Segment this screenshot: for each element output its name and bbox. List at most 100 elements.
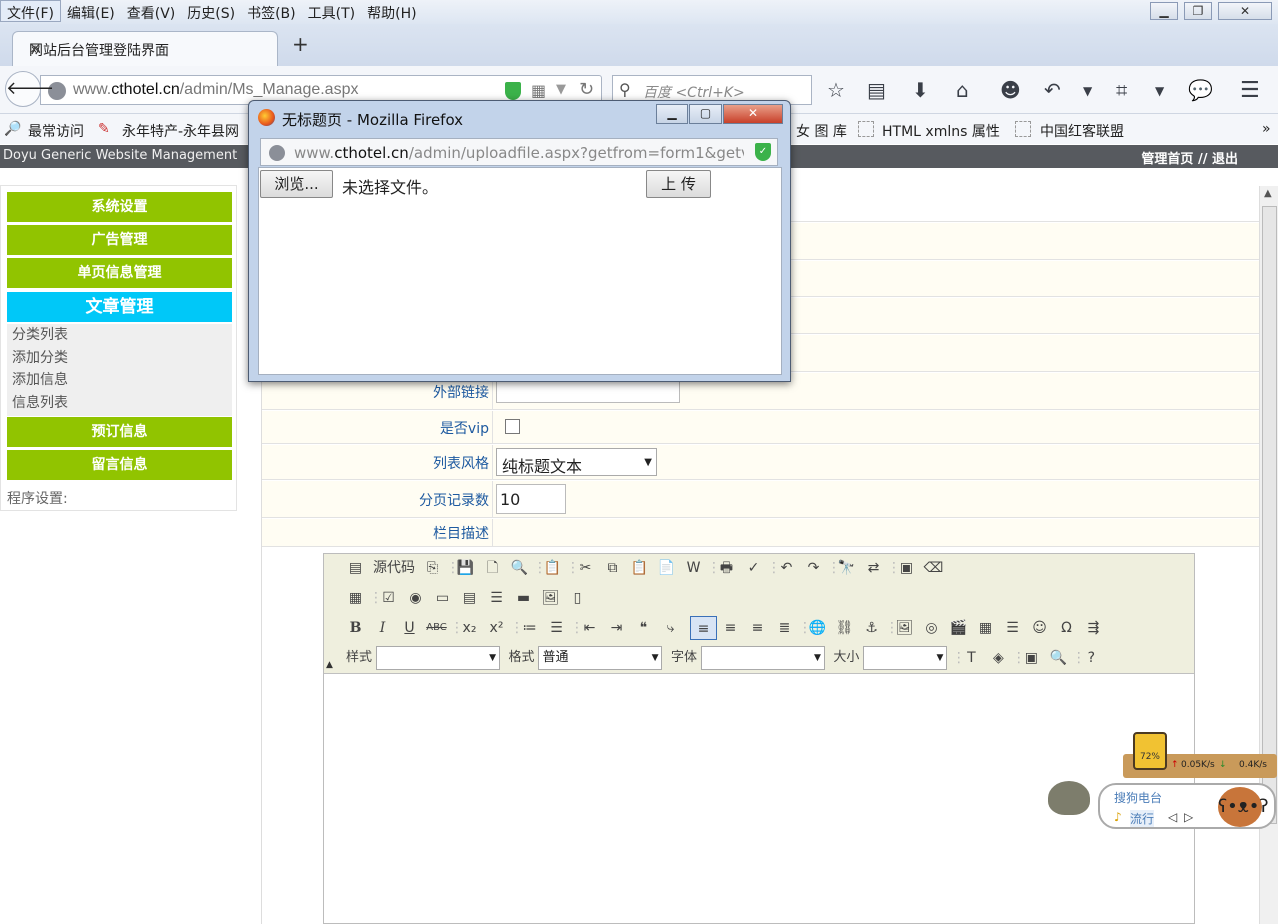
align-center-icon[interactable]: ≡ (717, 616, 744, 640)
star-bookmark-icon[interactable]: ☆ (827, 78, 845, 102)
textfield-icon[interactable]: ▭ (429, 586, 456, 610)
external-link-input[interactable] (496, 379, 680, 403)
bookmarks-more-icon[interactable]: » (1262, 121, 1271, 137)
media-icon[interactable]: 🎬 (945, 616, 972, 640)
list-style-select[interactable]: 纯标题文本 ▼ (496, 448, 657, 476)
play-icon[interactable]: ▷ (1184, 810, 1193, 824)
sidebar-ad-management-button[interactable]: 广告管理 (7, 225, 232, 255)
reload-icon[interactable]: ↻ (579, 79, 594, 100)
special-char-icon[interactable]: Ω (1053, 616, 1080, 640)
maximize-icon[interactable]: ▣ (1018, 646, 1045, 670)
sidebar-article-management-button[interactable]: 文章管理 (7, 292, 232, 322)
outdent-icon[interactable]: ⇤ (576, 616, 603, 640)
window-minimize-button[interactable]: ▁ (1150, 2, 1178, 20)
select-all-icon[interactable]: ▣ (893, 556, 920, 580)
textarea-icon[interactable]: ▤ (456, 586, 483, 610)
menu-view[interactable]: 查看(V) (121, 1, 182, 23)
reading-list-icon[interactable]: ▤ (867, 78, 886, 102)
bg-color-icon[interactable]: ◈ (985, 646, 1012, 670)
home-icon[interactable]: ⌂ (956, 78, 969, 102)
underline-icon[interactable]: U (396, 616, 423, 640)
button-field-icon[interactable]: ▬ (510, 586, 537, 610)
blockquote-icon[interactable]: ❝ (630, 616, 657, 640)
bookmark-html-xmlns[interactable]: HTML xmlns 属性 (882, 121, 1000, 141)
bookmark-most-visited[interactable]: 最常访问 (28, 121, 84, 141)
spellcheck-icon[interactable]: ✓ (740, 556, 767, 580)
page-size-input[interactable]: 10 (496, 484, 566, 514)
browser-tab[interactable]: 网站后台管理登陆界面 × (12, 31, 278, 66)
scroll-up-icon[interactable]: ▲ (1264, 188, 1272, 199)
submenu-add-category[interactable]: 添加分类 (7, 347, 232, 370)
dropdown-arrow-icon[interactable]: ▼ (556, 82, 566, 97)
tab-close-icon[interactable]: × (29, 39, 267, 57)
copy-icon[interactable]: ⧉ (599, 556, 626, 580)
superscript-icon[interactable]: x² (483, 616, 510, 640)
source-button[interactable]: 源代码 (369, 556, 419, 580)
save-template-icon[interactable]: ⎘ (419, 556, 446, 580)
anchor-icon[interactable]: ⚓ (858, 616, 885, 640)
format-select[interactable]: 普通 ▼ (538, 646, 663, 670)
upload-button[interactable]: 上 传 (646, 170, 711, 198)
preview-icon[interactable]: 🔍 (506, 556, 533, 580)
help-icon[interactable]: ? (1078, 646, 1105, 670)
table-icon[interactable]: ▦ (972, 616, 999, 640)
bold-icon[interactable]: B (342, 616, 369, 640)
paste-text-icon[interactable]: 📄 (653, 556, 680, 580)
volume-icon[interactable]: ◁ (1168, 810, 1177, 824)
back-button[interactable]: 🡐 (5, 71, 54, 107)
download-icon[interactable]: ⬇ (912, 78, 929, 102)
align-left-icon[interactable]: ≡ (690, 616, 717, 640)
checkbox-icon[interactable]: ☑ (375, 586, 402, 610)
popup-close-button[interactable]: ✕ (723, 104, 783, 124)
new-tab-button[interactable]: + (292, 32, 309, 56)
subscript-icon[interactable]: x₂ (456, 616, 483, 640)
cut-icon[interactable]: ✂ (572, 556, 599, 580)
div-icon[interactable]: ⤷ (657, 616, 684, 640)
hamburger-menu-icon[interactable]: ☰ (1240, 78, 1260, 103)
flash-icon[interactable]: ◎ (918, 616, 945, 640)
image-icon[interactable]: 🖼 (891, 616, 918, 640)
align-right-icon[interactable]: ≡ (744, 616, 771, 640)
bookmark-honker-union[interactable]: 中国红客联盟 (1040, 121, 1124, 141)
link-icon[interactable]: 🌐 (804, 616, 831, 640)
crop-icon[interactable]: ⌗ (1116, 78, 1127, 102)
new-page-icon[interactable]: 🗋 (479, 556, 506, 580)
image-button-icon[interactable]: 🖼 (537, 586, 564, 610)
scrollbar-thumb[interactable] (1262, 206, 1277, 824)
sidebar-booking-button[interactable]: 预订信息 (7, 417, 232, 447)
radio-icon[interactable]: ◉ (402, 586, 429, 610)
sidebar-single-page-button[interactable]: 单页信息管理 (7, 258, 232, 288)
redo-icon[interactable]: ↷ (800, 556, 827, 580)
browse-button[interactable]: 浏览... (260, 170, 333, 198)
submenu-info-list[interactable]: 信息列表 (7, 392, 232, 415)
print-icon[interactable]: 🖶 (713, 556, 740, 580)
save-icon[interactable]: 💾 (452, 556, 479, 580)
smiley-icon[interactable]: ☻ (1000, 78, 1021, 102)
form-icon[interactable]: ▦ (342, 586, 369, 610)
undo-icon[interactable]: ↶ (773, 556, 800, 580)
sidebar-messages-button[interactable]: 留言信息 (7, 450, 232, 480)
remove-format-icon[interactable]: ⌫ (920, 556, 947, 580)
strikethrough-icon[interactable]: ABC (423, 616, 450, 640)
undo-dropdown-icon[interactable]: ▼ (1083, 84, 1092, 98)
replace-icon[interactable]: ⇄ (860, 556, 887, 580)
bookmark-yongnian[interactable]: 永年特产-永年县网 (122, 121, 239, 141)
templates-icon[interactable]: 📋 (539, 556, 566, 580)
select-field-icon[interactable]: ☰ (483, 586, 510, 610)
submenu-add-info[interactable]: 添加信息 (7, 369, 232, 392)
smiley-icon[interactable]: ☺ (1026, 616, 1053, 640)
popup-maximize-button[interactable]: ▢ (689, 104, 722, 124)
shield-icon[interactable] (505, 82, 521, 100)
collapse-toolbar-icon[interactable]: ▲ (326, 660, 333, 670)
sidebar-system-settings-button[interactable]: 系统设置 (7, 192, 232, 222)
bulleted-list-icon[interactable]: ☰ (543, 616, 570, 640)
show-blocks-icon[interactable]: 🔍 (1045, 646, 1072, 670)
paste-icon[interactable]: 📋 (626, 556, 653, 580)
admin-home-link[interactable]: 管理首页 (1141, 152, 1193, 167)
italic-icon[interactable]: I (369, 616, 396, 640)
radio-channel[interactable]: 流行 (1130, 810, 1155, 827)
find-icon[interactable]: 🔭 (833, 556, 860, 580)
style-select[interactable]: ▼ (376, 646, 501, 670)
undo-arrow-icon[interactable]: ↶ (1044, 78, 1061, 102)
size-select[interactable]: ▼ (863, 646, 948, 670)
